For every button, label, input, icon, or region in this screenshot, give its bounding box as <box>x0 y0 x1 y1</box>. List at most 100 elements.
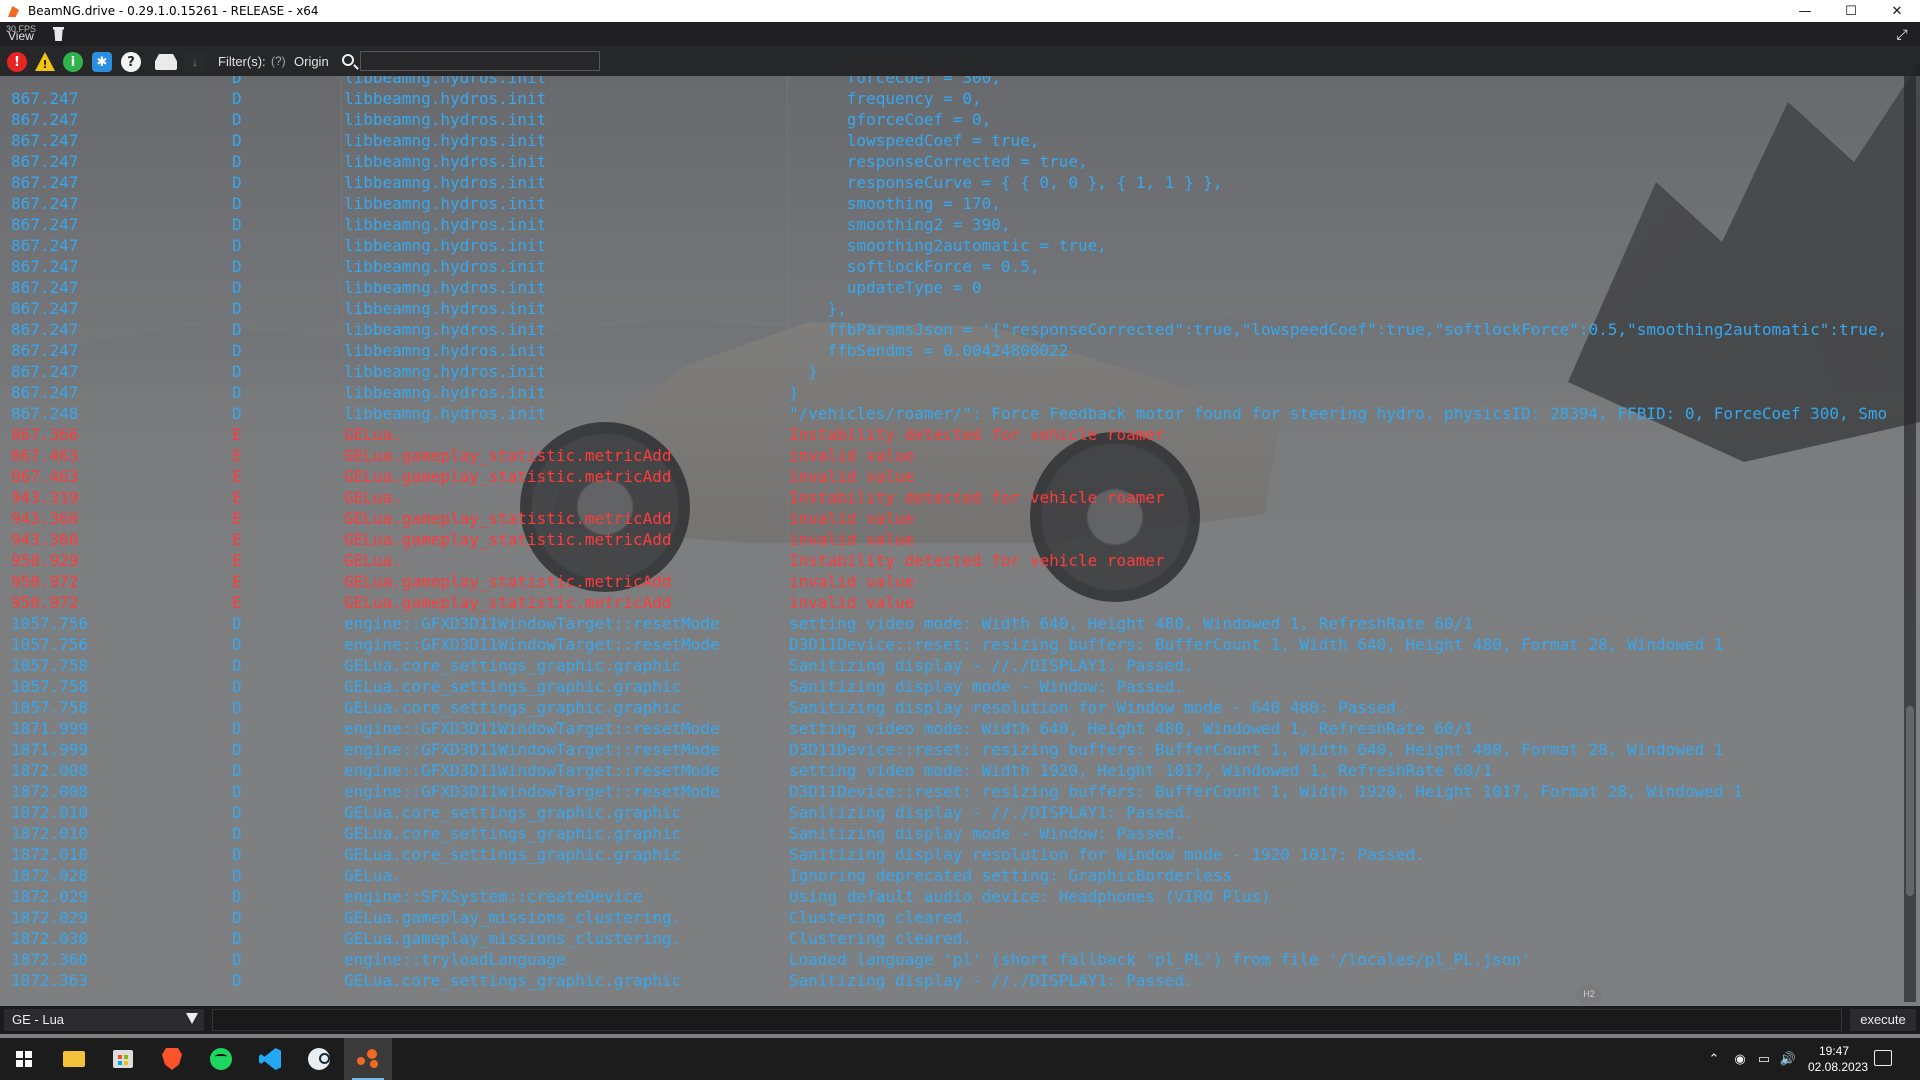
warning-filter-icon[interactable]: ! <box>35 52 55 72</box>
log-row[interactable]: 950.929 E GELua. Instability detected for v… <box>0 551 1902 572</box>
taskbar-steam[interactable] <box>295 1038 343 1080</box>
taskbar-file-explorer[interactable] <box>50 1038 98 1080</box>
taskbar-brave[interactable] <box>148 1038 196 1080</box>
log-row[interactable]: 867.247 Dlibbeamng.hydros.init} <box>0 383 1902 404</box>
log-row[interactable]: 867.247 Dlibbeamng.hydros.init responseCo… <box>0 152 1902 173</box>
log-row[interactable]: 1871.999 Dengine::GFXD3D11WindowTarget::r… <box>0 719 1902 740</box>
log-row[interactable]: 1872.008 Dengine::GFXD3D11WindowTarget::r… <box>0 782 1902 803</box>
minimize-button[interactable]: — <box>1782 0 1828 22</box>
trash-icon[interactable] <box>53 27 64 41</box>
log-row[interactable]: 1872.028 D GELua. Ignoring deprecated setti… <box>0 866 1902 887</box>
log-message: D3D11Device::reset: resizing buffers: Bu… <box>789 740 1724 759</box>
log-row[interactable]: 867.247 Dlibbeamng.hydros.init } <box>0 362 1902 383</box>
log-row[interactable]: 1872.010 D GELua.core_settings_graphic.gra… <box>0 803 1902 824</box>
log-time: 867.247 <box>11 131 79 150</box>
origin-toggle[interactable]: Origin <box>294 54 329 69</box>
log-row[interactable]: 867.247 Dlibbeamng.hydros.init }, <box>0 299 1902 320</box>
log-origin: libbeamng.hydros.init <box>344 278 547 297</box>
log-row[interactable]: 1057.758 D GELua.core_settings_graphic.gra… <box>0 656 1902 677</box>
expand-icon[interactable]: ⤢ <box>1894 26 1910 42</box>
clock-date: 02.08.2023 <box>1808 1060 1869 1074</box>
log-row[interactable]: 867.247 Dlibbeamng.hydros.init ffbSendms … <box>0 341 1902 362</box>
volume-icon[interactable]: 🔊 <box>1776 1038 1800 1080</box>
log-row[interactable]: 1872.030 D GELua.gameplay_missions_cluster… <box>0 929 1902 950</box>
log-message: softlockForce = 0.5, <box>789 257 1040 276</box>
log-row[interactable]: 867.463 E GELua.gameplay_statistic.metricA… <box>0 446 1902 467</box>
start-button[interactable] <box>0 1038 48 1080</box>
debug-filter-icon[interactable]: ✱ <box>92 52 112 72</box>
log-row[interactable]: 867.247 Dlibbeamng.hydros.init ffbParamsJ… <box>0 320 1902 341</box>
log-row[interactable]: 943.360 E GELua.gameplay_statistic.metricA… <box>0 509 1902 530</box>
tray-camera-icon[interactable]: ◉ <box>1728 1038 1752 1080</box>
taskbar-vscode[interactable] <box>246 1038 294 1080</box>
vehicle-filter-icon[interactable] <box>155 54 177 70</box>
log-row[interactable]: 1872.029 Dengine::SFXSystem::createDevice… <box>0 887 1902 908</box>
log-row[interactable]: 867.247 Dlibbeamng.hydros.init softlockFo… <box>0 257 1902 278</box>
log-time: 1872.010 <box>11 845 89 864</box>
command-input[interactable] <box>212 1009 1842 1031</box>
log-row[interactable]: 867.247 Dlibbeamng.hydros.init frequency … <box>0 89 1902 110</box>
log-time: 1057.758 <box>11 656 89 675</box>
log-level: D <box>232 803 242 822</box>
taskbar-spotify[interactable] <box>197 1038 245 1080</box>
log-row[interactable]: 867.247 Dlibbeamng.hydros.init responseCu… <box>0 173 1902 194</box>
log-row[interactable]: 1872.360 Dengine::tryloadLanguage Loaded l… <box>0 950 1902 971</box>
log-row[interactable]: 867.247 Dlibbeamng.hydros.init smoothing2… <box>0 236 1902 257</box>
log-origin: GELua.core_settings_graphic.graphic <box>344 824 682 843</box>
log-origin: libbeamng.hydros.init <box>344 404 547 423</box>
log-row[interactable]: 867.366 E GELua. Instability detected for v… <box>0 425 1902 446</box>
log-row[interactable]: 1872.008 Dengine::GFXD3D11WindowTarget::r… <box>0 761 1902 782</box>
log-origin: libbeamng.hydros.init <box>344 320 547 339</box>
log-row[interactable]: 950.972 E GELua.gameplay_statistic.metricA… <box>0 593 1902 614</box>
log-row[interactable]: 1872.029 D GELua.gameplay_missions_cluster… <box>0 908 1902 929</box>
help-icon[interactable]: ? <box>121 52 141 72</box>
log-level: D <box>232 740 242 759</box>
log-row[interactable]: 867.248 Dlibbeamng.hydros.init "/vehicles/… <box>0 404 1902 425</box>
log-row[interactable]: 867.247 Dlibbeamng.hydros.init updateType… <box>0 278 1902 299</box>
tray-overflow-chevron-icon[interactable]: ⌃ <box>1702 1038 1726 1080</box>
notification-center-icon[interactable] <box>1874 1050 1892 1066</box>
log-scrollbar[interactable] <box>1904 76 1916 1002</box>
log-row[interactable]: 867.247 Dlibbeamng.hydros.init smoothing … <box>0 194 1902 215</box>
log-row[interactable]: 943.319 E GELua. Instability detected for v… <box>0 488 1902 509</box>
log-row[interactable]: 1872.010 D GELua.core_settings_graphic.gra… <box>0 845 1902 866</box>
scrollbar-thumb[interactable] <box>1906 706 1914 896</box>
console-log[interactable]: Dlibbeamng.hydros.init forceCoef = 300, 8… <box>0 76 1902 1002</box>
log-row[interactable]: 1057.758 D GELua.core_settings_graphic.gra… <box>0 677 1902 698</box>
log-row[interactable]: 867.247 Dlibbeamng.hydros.init gforceCoef… <box>0 110 1902 131</box>
log-row[interactable]: 867.247 Dlibbeamng.hydros.init lowspeedCo… <box>0 131 1902 152</box>
log-row[interactable]: 1872.010 D GELua.core_settings_graphic.gra… <box>0 824 1902 845</box>
log-message: frequency = 0, <box>789 89 982 108</box>
log-row[interactable]: 867.247 Dlibbeamng.hydros.init smoothing2… <box>0 215 1902 236</box>
log-origin: GELua. <box>344 866 402 885</box>
log-row[interactable]: 950.972 E GELua.gameplay_statistic.metricA… <box>0 572 1902 593</box>
log-message: Ignoring deprecated setting: GraphicBord… <box>789 866 1233 885</box>
taskbar-store[interactable] <box>99 1038 147 1080</box>
filter-search-input[interactable] <box>360 51 600 71</box>
info-filter-icon[interactable]: i <box>63 52 83 72</box>
log-row[interactable]: 1872.363 D GELua.core_settings_graphic.gra… <box>0 971 1902 992</box>
context-select[interactable]: GE - Lua <box>4 1009 204 1031</box>
log-row[interactable]: 1057.756 Dengine::GFXD3D11WindowTarget::r… <box>0 635 1902 656</box>
taskbar-beamng[interactable] <box>344 1038 392 1080</box>
log-origin: GELua.gameplay_statistic.metricAdd <box>344 509 672 528</box>
search-icon <box>342 54 354 66</box>
log-row[interactable]: 1057.758 D GELua.core_settings_graphic.gra… <box>0 698 1902 719</box>
execute-button[interactable]: execute <box>1850 1009 1916 1031</box>
log-row[interactable]: Dlibbeamng.hydros.init forceCoef = 300, <box>0 76 1902 89</box>
log-time: 867.247 <box>11 278 79 297</box>
log-time: 943.360 <box>11 509 79 528</box>
log-row[interactable]: 867.463 E GELua.gameplay_statistic.metricA… <box>0 467 1902 488</box>
scroll-down-icon[interactable]: ↓ <box>185 52 205 72</box>
log-level: D <box>232 257 242 276</box>
log-row[interactable]: 1057.756 Dengine::GFXD3D11WindowTarget::r… <box>0 614 1902 635</box>
log-row[interactable]: 1871.999 Dengine::GFXD3D11WindowTarget::r… <box>0 740 1902 761</box>
taskbar-clock[interactable]: 19:47 02.08.2023 <box>1808 1043 1869 1075</box>
close-button[interactable]: ✕ <box>1874 0 1920 22</box>
network-icon[interactable]: ▭ <box>1752 1038 1776 1080</box>
filter-help-link[interactable]: (?) <box>271 54 286 68</box>
error-filter-icon[interactable]: ! <box>7 52 27 72</box>
view-menu[interactable]: View <box>8 29 34 43</box>
log-row[interactable]: 943.360 E GELua.gameplay_statistic.metricA… <box>0 530 1902 551</box>
maximize-button[interactable]: ☐ <box>1828 0 1874 22</box>
